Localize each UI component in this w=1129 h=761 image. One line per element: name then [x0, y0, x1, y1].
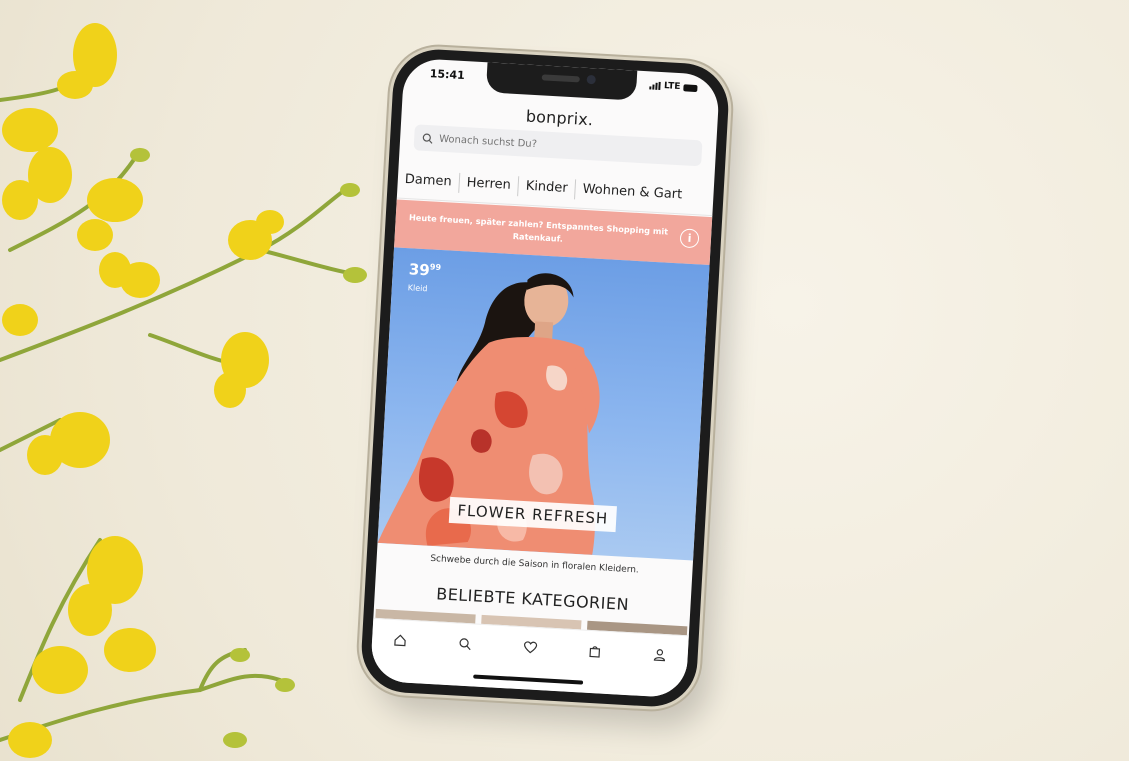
search-icon	[422, 133, 433, 144]
search-icon	[459, 638, 471, 651]
earpiece-speaker	[541, 74, 580, 83]
tab-wohnen-garten[interactable]: Wohnen & Gart	[575, 179, 690, 205]
status-right: LTE	[649, 80, 698, 93]
search-input[interactable]	[436, 132, 642, 157]
price-label: Kleid	[407, 283, 428, 294]
tab-damen[interactable]: Damen	[397, 169, 461, 193]
smartphone: 15:41 LTE bonprix. Damen Herren Kinder	[359, 47, 731, 709]
nav-cart-button[interactable]	[580, 638, 609, 664]
product-price: 3999	[408, 260, 441, 280]
home-icon	[394, 634, 406, 647]
status-time: 15:41	[429, 67, 466, 83]
user-icon	[653, 649, 666, 662]
nav-search-button[interactable]	[450, 631, 479, 657]
home-indicator[interactable]	[473, 674, 584, 685]
tab-kinder[interactable]: Kinder	[518, 176, 577, 200]
signal-icon	[649, 81, 662, 91]
network-label: LTE	[663, 81, 681, 93]
hero-banner[interactable]: 3999 Kleid FLOWER REFRESH	[377, 247, 710, 561]
battery-icon	[683, 83, 698, 92]
price-cents: 99	[429, 262, 442, 273]
bag-icon	[589, 646, 601, 658]
tab-herren[interactable]: Herren	[459, 172, 520, 197]
nav-home-button[interactable]	[385, 628, 414, 654]
promo-text: Heute freuen, später zahlen? Entspanntes…	[408, 212, 669, 244]
nav-account-button[interactable]	[645, 642, 674, 668]
nav-wishlist-button[interactable]	[515, 635, 544, 661]
yellow-flowers-decoration	[0, 23, 367, 758]
price-main: 39	[408, 260, 431, 280]
heart-icon	[523, 641, 537, 654]
front-camera-icon	[586, 74, 596, 85]
phone-notch	[485, 62, 638, 101]
info-icon[interactable]: i	[679, 228, 700, 249]
phone-screen: 15:41 LTE bonprix. Damen Herren Kinder	[369, 57, 721, 699]
